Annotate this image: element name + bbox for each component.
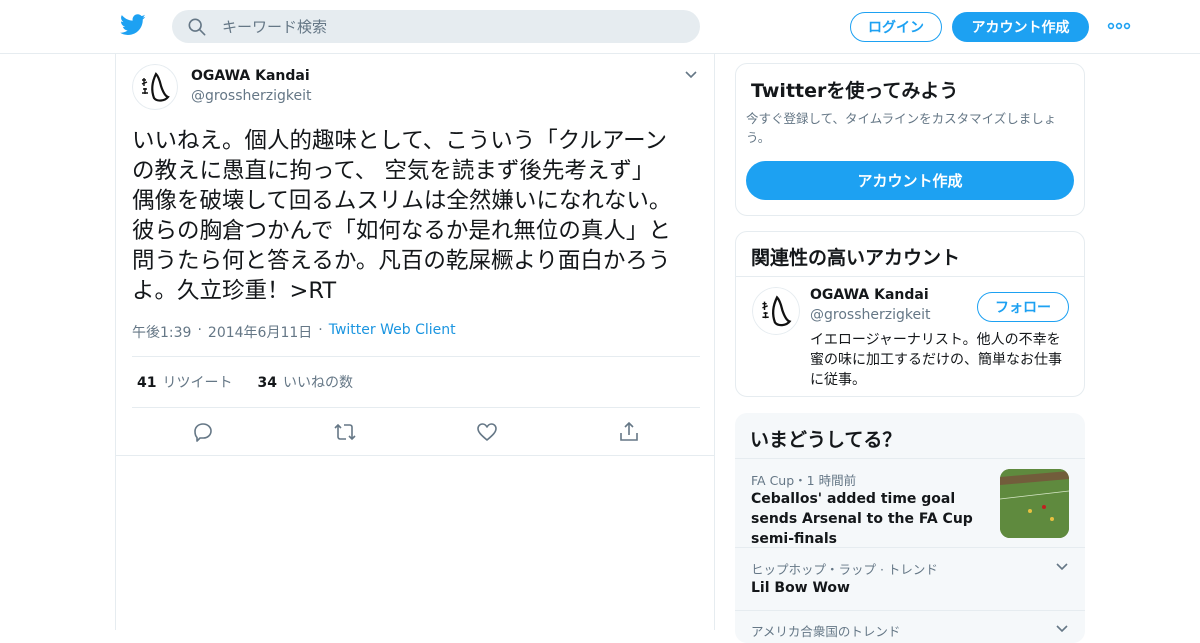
avatar[interactable] [752,287,800,335]
share-icon[interactable] [617,420,641,444]
retweets-label: リツイート [162,375,233,391]
likes-label: いいねの数 [282,375,353,391]
signup-card-button[interactable]: アカウント作成 [746,161,1074,200]
related-accounts-card: 関連性の高いアカウント OGAWA Kandai @grossherzigkei… [735,231,1085,397]
trend-meta: ヒップホップ・ラップ · トレンド [751,562,938,577]
signup-card-description: 今すぐ登録して、タイムラインをカスタマイズしましょう。 [746,111,1057,145]
trend-title: Lil Bow Wow [751,580,850,596]
twitter-bird-icon[interactable] [120,14,146,36]
related-account-name[interactable]: OGAWA Kandai [810,287,929,303]
trends-title: いまどうしてる？ [750,429,902,451]
retweet-icon[interactable] [333,420,357,444]
divider [736,276,1084,277]
trend-title: Ceballos' added time goal sends Arsenal … [751,491,973,547]
avatar-calligraphy-icon [132,64,178,110]
chevron-down-icon[interactable] [1055,624,1069,634]
chevron-down-icon[interactable] [684,70,698,80]
top-navigation-bar: ログイン アカウント作成 [0,0,1200,54]
login-button[interactable]: ログイン [850,12,942,42]
author-name[interactable]: OGAWA Kandai [191,68,310,84]
likes-count: 34 [257,375,277,391]
chevron-down-icon[interactable] [1055,562,1069,572]
reply-icon[interactable] [191,420,215,444]
soccer-match-image [1000,469,1069,538]
trend-thumbnail-image [1000,469,1069,538]
like-heart-icon[interactable] [475,420,499,444]
meta-separator: · [318,322,323,338]
tweet-time[interactable]: 午後1:39 [132,322,191,342]
search-input[interactable] [222,17,662,36]
avatar-calligraphy-icon [752,287,800,335]
meta-separator: · [197,322,202,338]
related-account-handle[interactable]: @grossherzigkeit [810,307,930,323]
retweets-stat[interactable]: 41 リツイート [137,372,232,392]
tweet-metadata: 午後1:39 · 2014年6月11日 · Twitter Web Client [132,322,456,342]
tweet-actions [116,408,714,456]
search-icon [188,18,206,35]
divider [735,610,1085,611]
follow-button[interactable]: フォロー [977,292,1069,322]
author-handle[interactable]: @grossherzigkeit [191,88,311,104]
trends-card: いまどうしてる？ FA Cup・1 時間前 Ceballos' added ti… [735,413,1085,643]
search-box[interactable] [172,10,700,43]
trend-meta: アメリカ合衆国のトレンド [751,624,901,639]
signup-button[interactable]: アカウント作成 [952,12,1089,42]
retweets-count: 41 [137,375,157,391]
more-dots-icon[interactable] [1107,20,1131,32]
tweet-stats: 41 リツイート 34 いいねの数 [132,356,700,408]
likes-stat[interactable]: 34 いいねの数 [257,372,352,392]
tweet-client-link[interactable]: Twitter Web Client [329,322,456,342]
signup-card: Twitterを使ってみよう 今すぐ登録して、タイムラインをカスタマイズしましょ… [735,63,1085,216]
avatar[interactable] [132,64,178,110]
divider [735,458,1085,459]
trend-meta: FA Cup・1 時間前 [751,473,857,488]
divider [735,547,1085,548]
related-accounts-title: 関連性の高いアカウント [751,247,961,269]
tweet-text: いいねえ。個人的趣味として、こういう「クルアーン の教えに愚直に拘って、 空気を… [132,128,672,304]
tweet-detail-column: OGAWA Kandai @grossherzigkeit いいねえ。個人的趣味… [115,54,715,630]
signup-card-title: Twitterを使ってみよう [751,80,959,102]
related-account-bio: イエロージャーナリスト。他人の不幸を蜜の味に加工するだけの、簡単なお仕事に従事。 [810,332,1062,388]
tweet-date[interactable]: 2014年6月11日 [208,322,312,342]
